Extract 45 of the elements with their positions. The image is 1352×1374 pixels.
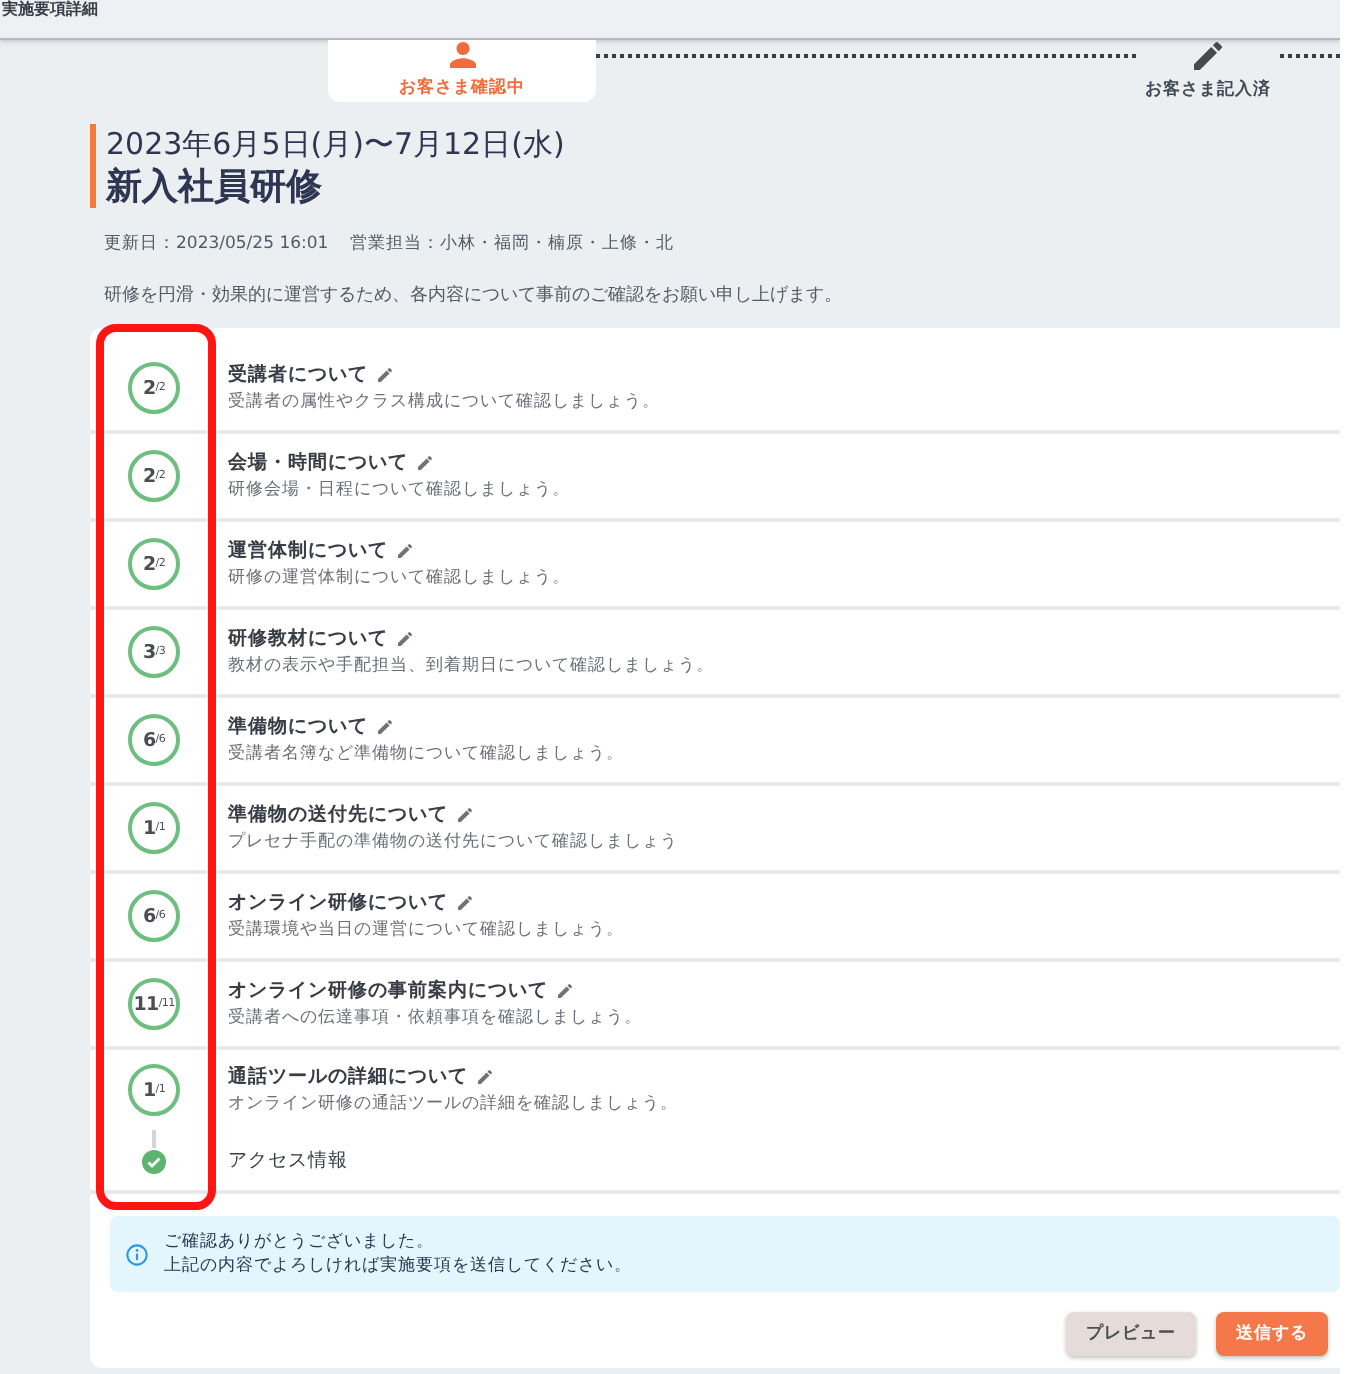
section-description: 研修の運営体制について確認しましょう。 xyxy=(228,568,570,588)
pencil-icon[interactable] xyxy=(478,1070,492,1084)
pencil-icon[interactable] xyxy=(458,896,472,910)
step-label: お客さま確認中 xyxy=(399,78,525,98)
section-description: 教材の表示や手配担当、到着期日について確認しましょう。 xyxy=(228,656,714,676)
notice-text: 上記の内容でよろしければ実施要項を送信してください。 xyxy=(164,1254,632,1278)
person-icon xyxy=(449,42,475,68)
section-title: 準備物について xyxy=(228,716,368,738)
dotted-connector xyxy=(1280,54,1340,58)
sales-staff: 営業担当：小林・福岡・楠原・上條・北 xyxy=(350,234,675,256)
section-title: 準備物の送付先について xyxy=(228,804,448,826)
preview-button[interactable]: プレビュー xyxy=(1066,1312,1196,1356)
pencil-icon[interactable] xyxy=(398,632,412,646)
section-title: 通話ツールの詳細について xyxy=(228,1066,468,1088)
intro-text: 研修を円滑・効果的に運営するため、各内容について事前のご確認をお願い申し上げます。 xyxy=(104,286,844,308)
section-title: 受講者について xyxy=(228,364,368,386)
section-title: 会場・時間について xyxy=(228,452,408,474)
pencil-icon[interactable] xyxy=(378,368,392,382)
section-title: アクセス情報 xyxy=(228,1149,348,1171)
pencil-icon[interactable] xyxy=(458,808,472,822)
schedule-dates: 2023年6月5日(月)〜7月12日(水) xyxy=(106,124,565,166)
pencil-icon[interactable] xyxy=(398,544,412,558)
section-description: 受講者の属性やクラス構成について確認しましょう。 xyxy=(228,392,660,412)
section-title: オンライン研修の事前案内について xyxy=(228,980,548,1002)
section-description: 受講者への伝達事項・依頼事項を確認しましょう。 xyxy=(228,1008,642,1028)
section-description: 受講者名簿など準備物について確認しましょう。 xyxy=(228,744,624,764)
pencil-icon[interactable] xyxy=(558,984,572,998)
info-icon xyxy=(126,1243,148,1265)
course-title: 新入社員研修 xyxy=(106,166,324,208)
section-title: オンライン研修について xyxy=(228,892,448,914)
section-description: 受講環境や当日の運営について確認しましょう。 xyxy=(228,920,624,940)
accent-bar xyxy=(90,124,96,208)
section-title: 研修教材について xyxy=(228,628,388,650)
notice-text: ご確認ありがとうございました。 xyxy=(164,1230,436,1254)
check-icon xyxy=(142,1150,166,1174)
page-title: 実施要項詳細 xyxy=(2,0,98,20)
section-title: 運営体制について xyxy=(228,540,388,562)
step-label: お客さま記入済 xyxy=(1145,80,1271,100)
pencil-icon[interactable] xyxy=(378,720,392,734)
section-description: 研修会場・日程について確認しましょう。 xyxy=(228,480,570,500)
pencil-icon[interactable] xyxy=(418,456,432,470)
section-description: オンライン研修の通話ツールの詳細を確認しましょう。 xyxy=(228,1094,678,1114)
updated-date: 更新日：2023/05/25 16:01 xyxy=(104,234,329,256)
pencil-icon xyxy=(1194,42,1222,70)
section-description: プレセナ手配の準備物の送付先について確認しましょう xyxy=(228,832,678,852)
